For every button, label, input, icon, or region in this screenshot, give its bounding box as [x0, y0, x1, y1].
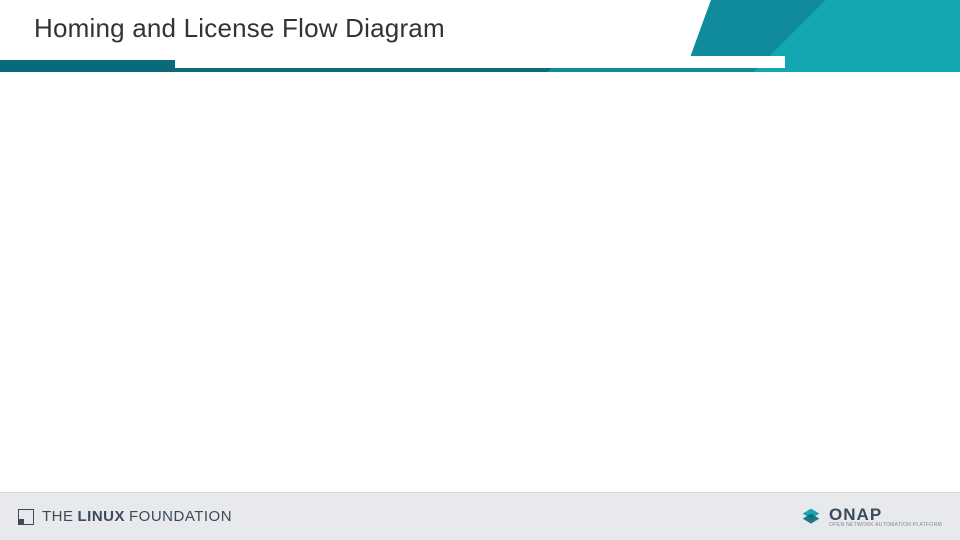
- lf-text-foundation: FOUNDATION: [129, 508, 232, 525]
- onap-logo: ONAP OPEN NETWORK AUTOMATION PLATFORM: [801, 506, 942, 528]
- slide-body: [0, 72, 960, 492]
- onap-text-main: ONAP: [829, 506, 942, 523]
- page-title: Homing and License Flow Diagram: [34, 8, 445, 48]
- footer-bar: THE LINUX FOUNDATION ONAP OPEN NETWORK A…: [0, 492, 960, 540]
- lf-text-linux: LINUX: [78, 508, 126, 525]
- linux-foundation-logo: THE LINUX FOUNDATION: [18, 508, 232, 525]
- linux-foundation-wordmark: THE LINUX FOUNDATION: [42, 508, 232, 525]
- title-bar: Homing and License Flow Diagram: [0, 0, 960, 72]
- onap-text-tagline: OPEN NETWORK AUTOMATION PLATFORM: [829, 523, 942, 528]
- slide: Homing and License Flow Diagram THE LINU…: [0, 0, 960, 540]
- linux-foundation-icon: [18, 509, 34, 525]
- lf-text-the: THE: [42, 508, 74, 525]
- onap-icon: [801, 507, 821, 527]
- onap-wordmark: ONAP OPEN NETWORK AUTOMATION PLATFORM: [829, 506, 942, 528]
